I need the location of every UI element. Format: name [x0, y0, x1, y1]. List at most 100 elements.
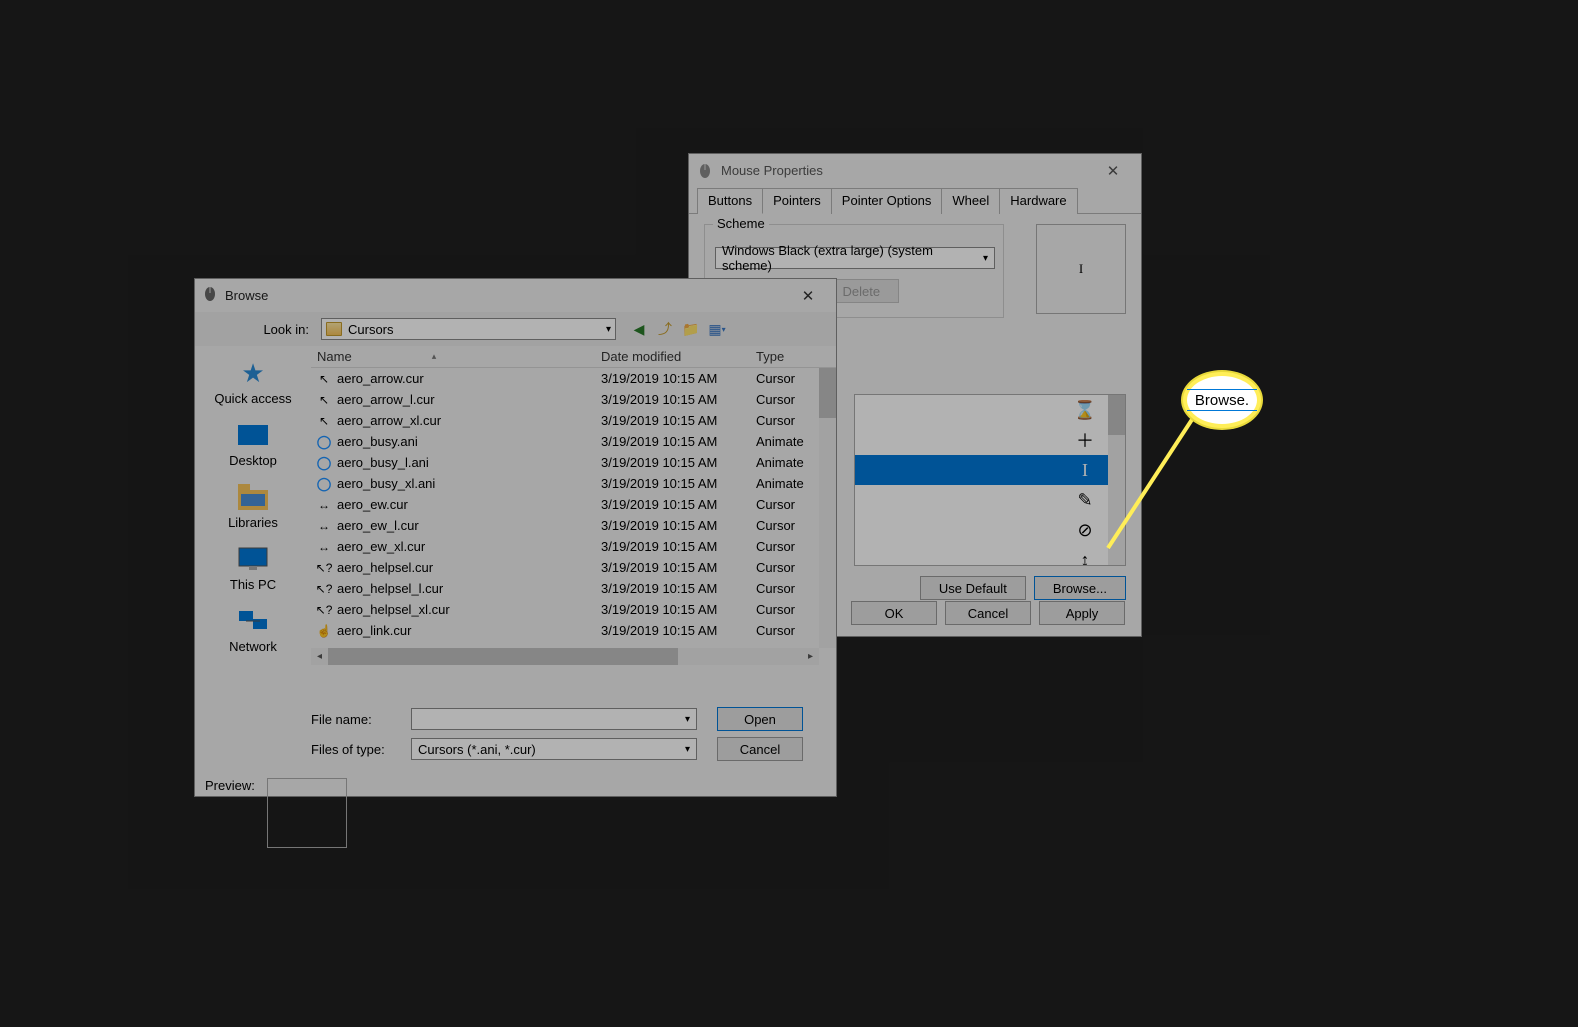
- files-of-type-label: Files of type:: [311, 742, 411, 757]
- scheme-select[interactable]: Windows Black (extra large) (system sche…: [715, 247, 995, 269]
- customize-scrollbar[interactable]: [1108, 395, 1125, 565]
- customize-list[interactable]: ⌛ ＋ I ✎ ⊘ ↕: [854, 394, 1126, 566]
- horizontal-scrollbar[interactable]: ◂ ▸: [311, 648, 819, 665]
- cancel-button[interactable]: Cancel: [945, 601, 1031, 625]
- file-date: 3/19/2019 10:15 AM: [601, 455, 756, 470]
- file-row[interactable]: ↖?aero_helpsel_xl.cur3/19/2019 10:15 AMC…: [311, 599, 836, 620]
- callout-label: Browse.: [1195, 392, 1249, 409]
- file-row[interactable]: ◯ aero_busy_l.ani 3/19/2019 10:15 AMAnimat…: [311, 452, 836, 473]
- place-libraries[interactable]: Libraries: [195, 478, 311, 534]
- file-row[interactable]: ↔aero_ew_l.cur3/19/2019 10:15 AMCursor: [311, 515, 836, 536]
- file-name: aero_ew.cur: [337, 497, 408, 512]
- file-type: Cursor: [756, 413, 811, 428]
- customize-row-resize-ns[interactable]: ↕: [855, 545, 1125, 566]
- place-label: Desktop: [229, 453, 277, 468]
- file-name: aero_helpsel_l.cur: [337, 581, 443, 596]
- file-name: aero_busy_l.ani: [337, 455, 429, 470]
- customize-row-unavailable[interactable]: ⊘: [855, 515, 1125, 545]
- file-row[interactable]: ↔aero_ew.cur3/19/2019 10:15 AMCursor: [311, 494, 836, 515]
- unavailable-icon: ⊘: [1073, 520, 1097, 541]
- place-desktop[interactable]: Desktop: [195, 416, 311, 472]
- scrollbar-thumb[interactable]: [819, 368, 836, 418]
- file-icon: ↖: [317, 393, 331, 407]
- col-type[interactable]: Type: [756, 349, 811, 364]
- apply-button[interactable]: Apply: [1039, 601, 1125, 625]
- file-list-rows[interactable]: ↖aero_arrow.cur3/19/2019 10:15 AMCursor↖…: [311, 368, 836, 648]
- file-row[interactable]: ↖aero_arrow.cur3/19/2019 10:15 AMCursor: [311, 368, 836, 389]
- place-network[interactable]: Network: [195, 602, 311, 658]
- chevron-down-icon[interactable]: ▾: [685, 744, 690, 755]
- close-icon[interactable]: ✕: [788, 284, 828, 308]
- file-row[interactable]: ↖?aero_helpsel_l.cur3/19/2019 10:15 AMCu…: [311, 578, 836, 599]
- browse-bottom: File name: ▾ Open Files of type: Cursors…: [195, 696, 836, 772]
- file-type: Cursor: [756, 518, 811, 533]
- file-date: 3/19/2019 10:15 AM: [601, 623, 756, 638]
- close-icon[interactable]: ✕: [1093, 159, 1133, 183]
- file-type: Cursor: [756, 581, 811, 596]
- tab-pointers[interactable]: Pointers: [762, 188, 832, 214]
- file-date: 3/19/2019 10:15 AM: [601, 392, 756, 407]
- col-date[interactable]: Date modified: [601, 349, 756, 364]
- file-list-header[interactable]: Name ▴ Date modified Type: [311, 346, 836, 368]
- vertical-scrollbar[interactable]: [819, 368, 836, 648]
- customize-row-text-select[interactable]: I: [855, 455, 1125, 485]
- customize-row-precision[interactable]: ＋: [855, 425, 1125, 455]
- browse-preview-area: Preview:: [195, 772, 836, 854]
- tab-pointer-options[interactable]: Pointer Options: [831, 188, 943, 214]
- browse-title: Browse: [225, 288, 788, 303]
- file-name: aero_link.cur: [337, 623, 411, 638]
- file-row[interactable]: ↔aero_ew_xl.cur3/19/2019 10:15 AMCursor: [311, 536, 836, 557]
- col-name[interactable]: Name: [317, 349, 352, 364]
- file-row[interactable]: ↖aero_arrow_xl.cur3/19/2019 10:15 AMCurs…: [311, 410, 836, 431]
- tab-hardware[interactable]: Hardware: [999, 188, 1077, 214]
- desktop-icon: [235, 420, 271, 450]
- look-in-select[interactable]: Cursors ▾: [321, 318, 616, 340]
- file-type: Cursor: [756, 392, 811, 407]
- tab-buttons[interactable]: Buttons: [697, 188, 763, 214]
- customize-row-handwriting[interactable]: ✎: [855, 485, 1125, 515]
- sort-asc-icon: ▴: [432, 351, 437, 362]
- file-icon: ↖?: [317, 561, 331, 575]
- browse-titlebar[interactable]: Browse ✕: [195, 279, 836, 312]
- hourglass-icon: ⌛: [1073, 400, 1097, 421]
- views-icon[interactable]: ▦▾: [708, 320, 726, 338]
- place-this-pc[interactable]: This PC: [195, 540, 311, 596]
- file-name-input[interactable]: ▾: [411, 708, 697, 730]
- mouse-properties-titlebar[interactable]: Mouse Properties ✕: [689, 154, 1141, 187]
- tab-wheel[interactable]: Wheel: [941, 188, 1000, 214]
- file-icon: ◯: [317, 477, 331, 491]
- scroll-left-icon[interactable]: ◂: [311, 648, 328, 665]
- file-row[interactable]: ☝ aero_link.cur 3/19/2019 10:15 AMCursor: [311, 620, 836, 641]
- files-of-type-select[interactable]: Cursors (*.ani, *.cur) ▾: [411, 738, 697, 760]
- pointer-preview: I: [1036, 224, 1126, 314]
- file-row[interactable]: ◯aero_busy.ani3/19/2019 10:15 AMAnimate: [311, 431, 836, 452]
- ok-button[interactable]: OK: [851, 601, 937, 625]
- open-button[interactable]: Open: [717, 707, 803, 731]
- scrollbar-thumb[interactable]: [1108, 395, 1125, 435]
- scrollbar-thumb[interactable]: [328, 648, 678, 665]
- file-type: Animate: [756, 455, 811, 470]
- mouse-icon: [697, 163, 713, 179]
- scroll-right-icon[interactable]: ▸: [802, 648, 819, 665]
- place-quick-access[interactable]: ★ Quick access: [195, 354, 311, 410]
- file-name: aero_arrow_xl.cur: [337, 413, 441, 428]
- file-row[interactable]: ↖?aero_helpsel.cur3/19/2019 10:15 AMCurs…: [311, 557, 836, 578]
- file-icon: ◯: [317, 456, 331, 470]
- customize-row-busy[interactable]: ⌛: [855, 395, 1125, 425]
- file-row[interactable]: ◯aero_busy_xl.ani3/19/2019 10:15 AMAnima…: [311, 473, 836, 494]
- new-folder-icon[interactable]: 📁: [682, 320, 700, 338]
- place-label: Libraries: [228, 515, 278, 530]
- file-type: Cursor: [756, 623, 811, 638]
- back-icon[interactable]: ◀: [630, 320, 648, 338]
- file-name: aero_arrow_l.cur: [337, 392, 435, 407]
- up-one-level-icon[interactable]: ⤴: [656, 320, 674, 338]
- file-date: 3/19/2019 10:15 AM: [601, 581, 756, 596]
- file-name: aero_helpsel_xl.cur: [337, 602, 450, 617]
- chevron-down-icon[interactable]: ▾: [685, 714, 690, 725]
- file-name-label: File name:: [311, 712, 411, 727]
- mouse-properties-title: Mouse Properties: [721, 163, 1093, 178]
- file-icon: ☝: [317, 624, 331, 638]
- file-name: aero_busy_xl.ani: [337, 476, 435, 491]
- cancel-button[interactable]: Cancel: [717, 737, 803, 761]
- file-row[interactable]: ↖ aero_arrow_l.cur 3/19/2019 10:15 AMCurso…: [311, 389, 836, 410]
